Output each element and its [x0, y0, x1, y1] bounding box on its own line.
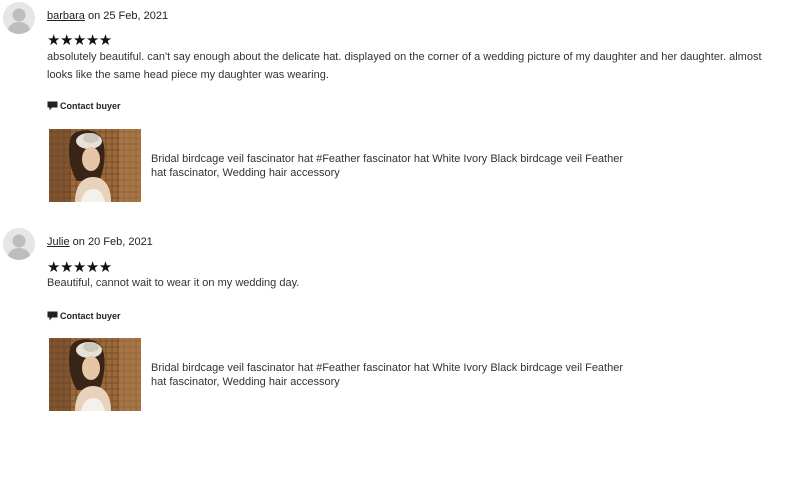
star-rating: ★★★★★: [47, 258, 112, 276]
item-title-link[interactable]: Bridal birdcage veil fascinator hat #Fea…: [151, 361, 631, 389]
contact-buyer-label: Contact buyer: [60, 101, 121, 111]
reviewer-name-link[interactable]: barbara: [47, 10, 85, 22]
default-user-avatar-icon: [3, 228, 35, 260]
contact-buyer-button[interactable]: Contact buyer: [47, 310, 121, 322]
message-bubble-icon: [47, 311, 58, 321]
item-thumbnail[interactable]: [49, 129, 141, 202]
avatar[interactable]: [3, 228, 35, 260]
review-text: absolutely beautiful. can't say enough a…: [47, 51, 762, 81]
review-byline: barbara on 25 Feb, 2021: [47, 9, 168, 23]
item-title-link[interactable]: Bridal birdcage veil fascinator hat #Fea…: [151, 152, 631, 180]
avatar[interactable]: [3, 2, 35, 34]
review-date: on 20 Feb, 2021: [69, 236, 153, 248]
contact-buyer-label: Contact buyer: [60, 311, 121, 321]
reviewer-name-link[interactable]: Julie: [47, 236, 70, 248]
review-text: Beautiful, cannot wait to wear it on my …: [47, 277, 300, 289]
contact-buyer-button[interactable]: Contact buyer: [47, 100, 121, 112]
review-byline: Julie on 20 Feb, 2021: [47, 235, 153, 249]
item-photo: [49, 338, 141, 411]
default-user-avatar-icon: [3, 2, 35, 34]
item-thumbnail[interactable]: [49, 338, 141, 411]
message-bubble-icon: [47, 101, 58, 111]
star-rating: ★★★★★: [47, 31, 112, 49]
item-photo: [49, 129, 141, 202]
review-date: on 25 Feb, 2021: [84, 10, 169, 22]
